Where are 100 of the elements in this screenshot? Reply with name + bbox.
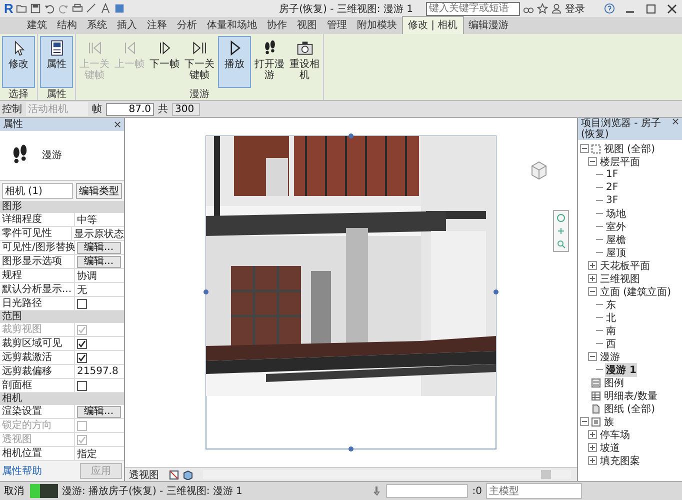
edit-type-button[interactable]: 编辑类型: [76, 183, 122, 199]
browser-item[interactable]: 1F: [605, 169, 620, 180]
browser-item[interactable]: 视图 (全部): [603, 142, 656, 156]
search-field[interactable]: 键入关键字或短语: [426, 2, 520, 16]
ribbon-tab[interactable]: 体量和场地: [202, 17, 262, 34]
open-icon[interactable]: [16, 3, 28, 14]
maximize-icon[interactable]: [645, 2, 657, 14]
edit-button[interactable]: 编辑...: [77, 242, 121, 254]
browser-item[interactable]: 屋檐: [605, 232, 627, 246]
browser-item[interactable]: 3F: [605, 195, 620, 206]
expand-toggle[interactable]: [588, 430, 597, 439]
frame-field[interactable]: 87.0: [106, 102, 154, 116]
expand-toggle[interactable]: [588, 261, 597, 270]
expand-toggle[interactable]: [588, 352, 597, 361]
ribbon-button[interactable]: 属性: [40, 36, 73, 88]
browser-item[interactable]: 停车场: [599, 428, 631, 442]
ribbon-tab[interactable]: 管理: [322, 17, 352, 34]
close-icon[interactable]: [114, 120, 121, 128]
ribbon-tab[interactable]: 分析: [172, 17, 202, 34]
help-icon[interactable]: [604, 3, 615, 14]
browser-item[interactable]: 西: [605, 336, 617, 350]
section-header[interactable]: 图形: [0, 201, 124, 213]
browser-item[interactable]: 屋顶: [605, 246, 627, 260]
save-icon[interactable]: [30, 3, 42, 14]
property-value[interactable]: 21597.8: [77, 366, 118, 377]
browser-item[interactable]: 填充图案: [599, 454, 641, 468]
property-value[interactable]: 中等: [77, 212, 97, 226]
close-icon[interactable]: [672, 118, 679, 125]
expand-toggle[interactable]: [588, 287, 597, 296]
ribbon-tab[interactable]: 系统: [82, 17, 112, 34]
ribbon-tab[interactable]: 修改 | 相机: [402, 16, 464, 34]
ribbon-button[interactable]: 下一关键帧: [183, 36, 216, 88]
browser-item[interactable]: 楼层平面: [599, 154, 641, 168]
view-icon[interactable]: [114, 3, 126, 14]
edit-button[interactable]: 编辑...: [77, 256, 121, 268]
expand-toggle[interactable]: [580, 417, 589, 426]
checkbox[interactable]: [77, 352, 87, 362]
ribbon-button[interactable]: 重设相机: [288, 36, 321, 88]
section-header[interactable]: 范围: [0, 311, 124, 323]
browser-item[interactable]: 漫游: [599, 350, 621, 364]
ribbon-tab[interactable]: 建筑: [22, 17, 52, 34]
ribbon-tab[interactable]: 附加模块: [352, 17, 402, 34]
section-header[interactable]: 相机: [0, 393, 124, 405]
property-value[interactable]: 指定: [77, 446, 97, 460]
instance-dropdown[interactable]: 相机 (1): [2, 183, 73, 199]
property-value[interactable]: 协调: [77, 268, 97, 282]
browser-item[interactable]: 图例: [603, 376, 625, 390]
browser-item[interactable]: 立面 (建筑立面): [599, 284, 672, 298]
user-icon[interactable]: [551, 3, 562, 14]
ribbon-tab[interactable]: 结构: [52, 17, 82, 34]
text-icon[interactable]: [100, 3, 112, 14]
browser-item[interactable]: 明细表/数量: [603, 388, 658, 402]
browser-item[interactable]: 南: [605, 324, 617, 338]
checkbox[interactable]: [77, 380, 87, 390]
browser-item[interactable]: 图纸 (全部): [603, 402, 656, 416]
browser-item[interactable]: 族: [603, 414, 615, 428]
expand-toggle[interactable]: [580, 144, 589, 153]
ribbon-button[interactable]: 下一帧: [148, 36, 181, 88]
browser-item[interactable]: 漫游 1: [605, 362, 638, 376]
ribbon-tab[interactable]: 视图: [292, 17, 322, 34]
total-frames-field[interactable]: 300: [172, 102, 200, 116]
browser-item[interactable]: 东: [605, 298, 617, 312]
measure-icon[interactable]: [86, 3, 98, 14]
login-link[interactable]: 登录: [565, 2, 585, 16]
ribbon-button[interactable]: 播放: [218, 36, 251, 88]
close-icon[interactable]: [666, 2, 678, 14]
property-value[interactable]: 显示原状态: [74, 226, 124, 240]
ribbon-tab[interactable]: 编辑漫游: [464, 17, 514, 34]
browser-item[interactable]: 场地: [605, 206, 627, 220]
ribbon-button[interactable]: 打开漫游: [253, 36, 286, 88]
workset-field[interactable]: [386, 484, 468, 498]
cancel-button[interactable]: 取消: [2, 484, 26, 498]
property-value[interactable]: 无: [77, 282, 87, 296]
model-dropdown[interactable]: 主模型: [486, 483, 582, 499]
app-logo[interactable]: R: [4, 1, 14, 16]
expand-toggle[interactable]: [588, 456, 597, 465]
type-selector[interactable]: 漫游: [0, 130, 124, 181]
browser-item[interactable]: 坡道: [599, 440, 621, 454]
expand-toggle[interactable]: [588, 157, 597, 166]
browser-item[interactable]: 室外: [605, 220, 627, 234]
ribbon-tab[interactable]: 插入: [112, 17, 142, 34]
horizontal-scrollbar[interactable]: [203, 470, 571, 479]
pointer-icon[interactable]: [372, 486, 382, 496]
browser-item[interactable]: 三维视图: [599, 272, 641, 286]
checkbox[interactable]: [77, 338, 87, 348]
print-icon[interactable]: [72, 3, 84, 14]
ribbon-tab[interactable]: 协作: [262, 17, 292, 34]
undo-icon[interactable]: [44, 3, 56, 14]
star-icon[interactable]: [537, 3, 548, 14]
expand-toggle[interactable]: [588, 443, 597, 452]
ribbon-button[interactable]: 修改: [2, 36, 35, 88]
expand-toggle[interactable]: [588, 274, 597, 283]
ribbon-tab[interactable]: 注释: [142, 17, 172, 34]
checkbox[interactable]: [77, 298, 87, 308]
browser-item[interactable]: 天花板平面: [599, 258, 651, 272]
browser-item[interactable]: 2F: [605, 182, 620, 193]
visual-style-icon[interactable]: [169, 470, 179, 480]
navigation-bar[interactable]: [553, 210, 569, 252]
edit-button[interactable]: 编辑...: [77, 406, 121, 418]
help-link[interactable]: 属性帮助: [2, 464, 42, 478]
